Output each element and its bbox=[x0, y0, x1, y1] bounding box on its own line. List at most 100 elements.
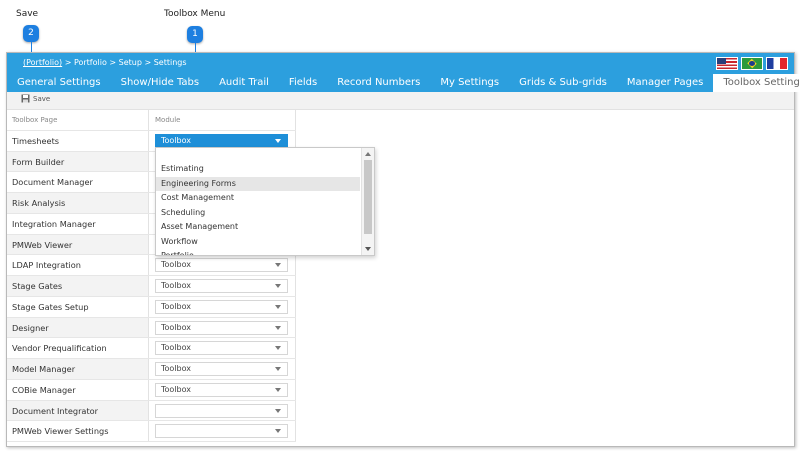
toolbox-page-name: Form Builder bbox=[7, 151, 149, 172]
toolbox-page-name: Model Manager bbox=[7, 359, 149, 379]
save-button[interactable]: Save bbox=[21, 94, 50, 103]
module-select-value: Toolbox bbox=[161, 135, 191, 145]
module-cell: Toolbox bbox=[150, 317, 296, 338]
tab-toolbox-settings[interactable]: Toolbox Settings bbox=[713, 74, 800, 92]
table-row: Vendor Prequalification Toolbox bbox=[7, 338, 296, 359]
toolbox-page-name: LDAP Integration bbox=[7, 255, 149, 275]
table-row: COBie Manager Toolbox bbox=[7, 379, 296, 401]
toolbar: Save bbox=[7, 92, 794, 110]
table-row: Stage Gates Toolbox bbox=[7, 276, 296, 297]
chevron-down-icon bbox=[275, 346, 281, 351]
tab-my-settings[interactable]: My Settings bbox=[430, 74, 509, 92]
module-select[interactable]: Toolbox bbox=[155, 299, 288, 314]
top-bar: (Portfolio) > Portfolio > Setup > Settin… bbox=[7, 53, 800, 92]
toolbox-page-name: Document Integrator bbox=[7, 400, 149, 421]
module-cell: Toolbox bbox=[150, 379, 296, 400]
toolbox-page-name: PMWeb Viewer bbox=[7, 234, 149, 255]
dropdown-option[interactable]: Engineering Forms bbox=[156, 176, 360, 191]
dropdown-option[interactable]: Scheduling bbox=[156, 206, 360, 221]
callout-badge-1: 1 bbox=[187, 26, 203, 43]
toolbox-page-name: Designer bbox=[7, 317, 149, 338]
module-select[interactable]: Toolbox bbox=[155, 362, 288, 376]
module-select[interactable]: Toolbox bbox=[155, 258, 288, 273]
tab-show-hide-tabs[interactable]: Show/Hide Tabs bbox=[111, 74, 209, 92]
module-select-value: Toolbox bbox=[161, 343, 191, 353]
module-cell: Toolbox bbox=[150, 338, 296, 358]
dropdown-options: Estimating Engineering Forms Cost Manageme… bbox=[156, 162, 360, 255]
chevron-down-icon bbox=[275, 367, 281, 371]
dropdown-option[interactable]: Workflow bbox=[156, 235, 360, 250]
dropdown-option[interactable]: Cost Management bbox=[156, 191, 360, 206]
table-row: Document Integrator bbox=[7, 400, 296, 422]
module-select[interactable]: Toolbox bbox=[155, 341, 288, 356]
module-dropdown-list[interactable]: Estimating Engineering Forms Cost Manageme… bbox=[155, 147, 375, 256]
tab-fields[interactable]: Fields bbox=[279, 74, 327, 92]
module-select-value: Toolbox bbox=[161, 364, 191, 373]
toolbox-page-name: Timesheets bbox=[7, 130, 149, 151]
toolbox-page-name: Vendor Prequalification bbox=[7, 338, 149, 358]
callout-badge-2: 2 bbox=[23, 25, 39, 42]
toolbox-page-name: Document Manager bbox=[7, 172, 149, 192]
us-flag-icon[interactable] bbox=[716, 57, 738, 70]
callout-save-label: Save bbox=[16, 9, 39, 19]
module-select[interactable]: Toolbox bbox=[155, 382, 288, 397]
scroll-down-icon[interactable] bbox=[365, 247, 371, 251]
module-select-value: Toolbox bbox=[161, 322, 191, 332]
module-cell: Toolbox bbox=[150, 276, 296, 296]
module-select[interactable]: Toolbox bbox=[155, 320, 288, 335]
module-select-value: Toolbox bbox=[161, 281, 191, 290]
brazil-flag-icon[interactable] bbox=[741, 57, 763, 70]
module-cell: Toolbox bbox=[150, 296, 296, 317]
breadcrumb: (Portfolio) > Portfolio > Setup > Settin… bbox=[23, 58, 187, 67]
table-row: Stage Gates Setup Toolbox bbox=[7, 296, 296, 318]
scrollbar-thumb[interactable] bbox=[364, 160, 372, 234]
toolbox-page-name: Stage Gates Setup bbox=[7, 296, 149, 317]
language-flags bbox=[716, 57, 788, 70]
callout-toolbox-menu-label: Toolbox Menu bbox=[164, 9, 226, 19]
header-module: Module bbox=[150, 110, 296, 130]
module-select[interactable] bbox=[155, 424, 288, 439]
module-select-value: Toolbox bbox=[161, 384, 191, 394]
settings-tabs: General Settings Show/Hide Tabs Audit Tr… bbox=[7, 74, 800, 92]
toolbox-page-name: Integration Manager bbox=[7, 213, 149, 234]
toolbox-page-name: Risk Analysis bbox=[7, 193, 149, 213]
module-select-value: Toolbox bbox=[161, 260, 191, 270]
module-select[interactable]: Toolbox bbox=[155, 133, 288, 148]
france-flag-icon[interactable] bbox=[766, 57, 788, 70]
tab-record-numbers[interactable]: Record Numbers bbox=[327, 74, 430, 92]
chevron-down-icon bbox=[275, 284, 281, 288]
dropdown-scrollbar[interactable] bbox=[361, 148, 374, 255]
tab-manager-pages[interactable]: Manager Pages bbox=[617, 74, 713, 92]
table-row: LDAP Integration Toolbox bbox=[7, 255, 296, 276]
breadcrumb-path: > Portfolio > Setup > Settings bbox=[62, 58, 187, 67]
chevron-down-icon bbox=[275, 387, 281, 392]
breadcrumb-portfolio-link[interactable]: (Portfolio) bbox=[23, 58, 62, 67]
module-select[interactable] bbox=[155, 403, 288, 418]
module-select[interactable]: Toolbox bbox=[155, 279, 288, 293]
table-row: Designer Toolbox bbox=[7, 317, 296, 339]
chevron-down-icon bbox=[275, 263, 281, 268]
module-cell: Toolbox bbox=[150, 359, 296, 379]
settings-window: (Portfolio) > Portfolio > Setup > Settin… bbox=[6, 52, 800, 447]
module-cell bbox=[150, 421, 296, 441]
module-cell: Toolbox bbox=[150, 255, 296, 275]
toolbox-page-name: COBie Manager bbox=[7, 379, 149, 400]
chevron-down-icon bbox=[275, 138, 281, 143]
tab-grids-sub-grids[interactable]: Grids & Sub-grids bbox=[509, 74, 617, 92]
toolbox-page-name: PMWeb Viewer Settings bbox=[7, 421, 149, 441]
scroll-up-icon[interactable] bbox=[365, 152, 371, 156]
header-toolbox-page: Toolbox Page bbox=[7, 110, 149, 130]
dropdown-option[interactable]: Portfolio bbox=[156, 249, 360, 255]
chevron-down-icon bbox=[275, 304, 281, 309]
tab-general-settings[interactable]: General Settings bbox=[7, 74, 111, 92]
table-row: Model Manager Toolbox bbox=[7, 359, 296, 380]
tab-audit-trail[interactable]: Audit Trail bbox=[209, 74, 279, 92]
dropdown-option[interactable]: Estimating bbox=[156, 162, 360, 177]
chevron-down-icon bbox=[275, 325, 281, 330]
dropdown-option[interactable]: Asset Management bbox=[156, 220, 360, 235]
save-button-label: Save bbox=[33, 94, 51, 103]
save-icon bbox=[21, 94, 30, 103]
header-module-label: Module bbox=[155, 116, 181, 124]
table-row: PMWeb Viewer Settings bbox=[7, 421, 296, 442]
toolbox-page-name: Stage Gates bbox=[7, 276, 149, 296]
